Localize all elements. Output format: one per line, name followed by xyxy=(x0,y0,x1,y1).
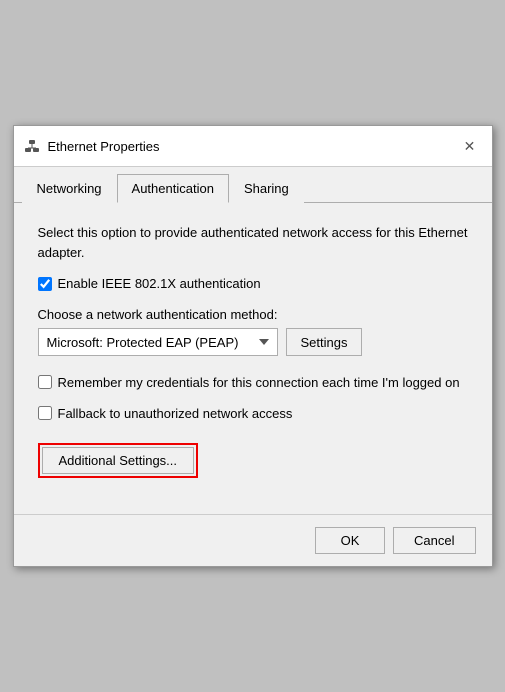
tabs-bar: Networking Authentication Sharing xyxy=(14,167,492,203)
tab-networking[interactable]: Networking xyxy=(22,174,117,203)
remember-credentials-checkbox[interactable] xyxy=(38,375,52,389)
tab-authentication[interactable]: Authentication xyxy=(117,174,229,203)
title-bar: Ethernet Properties ✕ xyxy=(14,126,492,167)
window-title: Ethernet Properties xyxy=(48,139,160,154)
fallback-checkbox[interactable] xyxy=(38,406,52,420)
options-checkboxes: Remember my credentials for this connect… xyxy=(38,374,468,422)
title-bar-left: Ethernet Properties xyxy=(24,138,160,154)
enable-ieee-checkbox[interactable] xyxy=(38,277,52,291)
ethernet-properties-window: Ethernet Properties ✕ Networking Authent… xyxy=(13,125,493,566)
fallback-row: Fallback to unauthorized network access xyxy=(38,405,468,423)
additional-settings-highlight: Additional Settings... xyxy=(38,443,199,478)
description-text: Select this option to provide authentica… xyxy=(38,223,468,262)
tab-sharing[interactable]: Sharing xyxy=(229,174,304,203)
remember-credentials-label[interactable]: Remember my credentials for this connect… xyxy=(58,374,460,392)
footer: OK Cancel xyxy=(14,514,492,566)
enable-ieee-row: Enable IEEE 802.1X authentication xyxy=(38,276,468,291)
network-auth-label: Choose a network authentication method: xyxy=(38,307,468,322)
tab-content: Select this option to provide authentica… xyxy=(14,203,492,513)
fallback-label[interactable]: Fallback to unauthorized network access xyxy=(58,405,293,423)
remember-credentials-row: Remember my credentials for this connect… xyxy=(38,374,468,392)
network-icon xyxy=(24,138,40,154)
dropdown-row: Microsoft: Protected EAP (PEAP) Microsof… xyxy=(38,328,468,356)
settings-button[interactable]: Settings xyxy=(286,328,363,356)
ok-button[interactable]: OK xyxy=(315,527,385,554)
close-button[interactable]: ✕ xyxy=(458,134,482,158)
cancel-button[interactable]: Cancel xyxy=(393,527,475,554)
auth-method-dropdown[interactable]: Microsoft: Protected EAP (PEAP) Microsof… xyxy=(38,328,278,356)
enable-ieee-label[interactable]: Enable IEEE 802.1X authentication xyxy=(58,276,261,291)
additional-settings-button[interactable]: Additional Settings... xyxy=(42,447,195,474)
